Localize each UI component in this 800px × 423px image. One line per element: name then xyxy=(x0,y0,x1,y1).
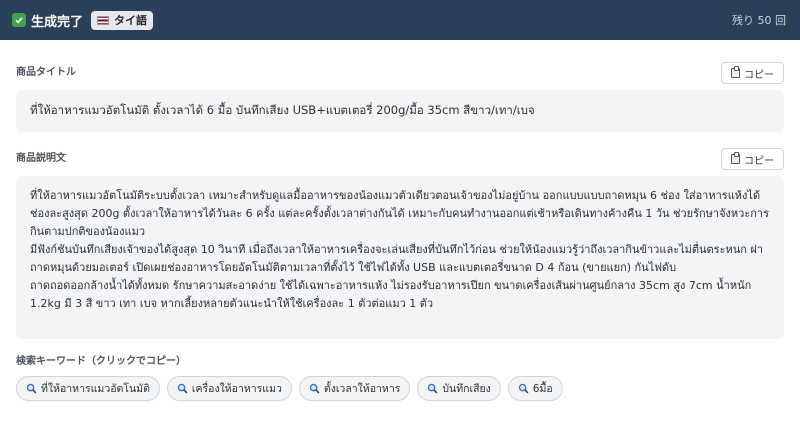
description-text-box[interactable]: ที่ให้อาหารแมวอัตโนมัติระบบตั้งเวลา เหมา… xyxy=(16,176,784,339)
keywords-section: 検索キーワード（クリックでコピー） ที่ให้อาหารแมวอัตโนมัต… xyxy=(0,353,800,401)
copy-title-button[interactable]: コピー xyxy=(721,62,784,84)
keyword-chip[interactable]: 6มื้อ xyxy=(507,376,563,401)
search-icon xyxy=(518,383,529,394)
keyword-chip[interactable]: บันทึกเสียง xyxy=(417,376,501,401)
keywords-section-label: 検索キーワード（クリックでコピー） xyxy=(16,356,186,367)
app-header: 生成完了 タイ語 残り 50 回 xyxy=(0,0,800,40)
description-paragraph: ที่ให้อาหารแมวอัตโนมัติระบบตั้งเวลา เหมา… xyxy=(30,189,770,238)
keyword-label: บันทึกเสียง xyxy=(442,383,491,395)
keyword-chip[interactable]: ที่ให้อาหารแมวอัตโนมัติ xyxy=(16,376,160,401)
clipboard-icon xyxy=(731,152,740,164)
description-section: 商品説明文 コピー ที่ให้อาหารแมวอัตโนมัติระบบตั้… xyxy=(0,148,800,339)
keyword-label: เครื่องให้อาหารแมว xyxy=(191,383,282,395)
title-text-box[interactable]: ที่ให้อาหารแมวอัตโนมัติ ตั้งเวลาได้ 6 มื… xyxy=(16,90,784,132)
keyword-list: ที่ให้อาหารแมวอัตโนมัติ เครื่องให้อาหารแ… xyxy=(16,376,784,401)
copy-description-label: コピー xyxy=(744,155,774,167)
title-section: 商品タイトル コピー ที่ให้อาหารแมวอัตโนมัติ ตั้งเ… xyxy=(0,62,800,132)
copy-description-button[interactable]: コピー xyxy=(721,148,784,170)
copy-title-label: コピー xyxy=(744,69,774,81)
keyword-chip[interactable]: ตั้งเวลาให้อาหาร xyxy=(298,376,411,401)
search-icon xyxy=(26,383,37,394)
check-icon xyxy=(12,13,26,27)
status: 生成完了 xyxy=(12,11,83,30)
thai-flag-icon xyxy=(97,15,110,25)
search-icon xyxy=(309,383,320,394)
clipboard-icon xyxy=(731,66,740,78)
title-text: ที่ให้อาหารแมวอัตโนมัติ ตั้งเวลาได้ 6 มื… xyxy=(30,103,535,117)
language-badge: タイ語 xyxy=(91,10,154,30)
description-paragraph: มีฟังก์ชันบันทึกเสียงเจ้าของได้สูงสุด 10… xyxy=(30,243,764,274)
status-label: 生成完了 xyxy=(31,14,84,30)
keyword-chip[interactable]: เครื่องให้อาหารแมว xyxy=(166,376,292,401)
keyword-label: ที่ให้อาหารแมวอัตโนมัติ xyxy=(41,383,150,395)
language-label: タイ語 xyxy=(114,14,148,27)
description-section-label: 商品説明文 xyxy=(16,153,66,164)
title-section-label: 商品タイトル xyxy=(16,67,76,78)
keyword-label: 6มื้อ xyxy=(532,383,553,395)
remaining-count: 残り 50 回 xyxy=(732,14,786,27)
search-icon xyxy=(177,383,188,394)
description-paragraph: ถาดถอดออกล้างน้ำได้ทั้งหมด รักษาความสะอา… xyxy=(30,279,752,310)
search-icon xyxy=(428,383,438,394)
keyword-label: ตั้งเวลาให้อาหาร xyxy=(323,383,401,395)
